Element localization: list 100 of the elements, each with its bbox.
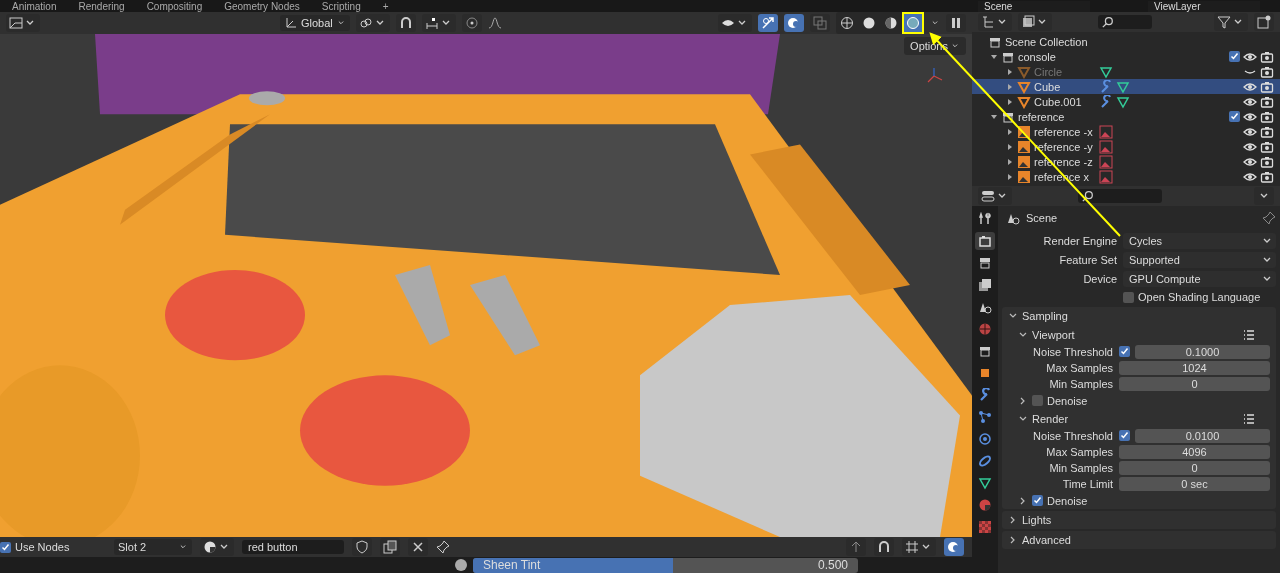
snap-toggle[interactable] xyxy=(874,538,894,556)
parent-button[interactable] xyxy=(846,538,866,556)
subpanel-title[interactable]: Viewport xyxy=(1032,328,1075,341)
camera-icon xyxy=(1260,154,1274,169)
pause-button[interactable] xyxy=(946,14,966,32)
editor-type-button[interactable] xyxy=(6,14,40,32)
overlapping-circles-icon xyxy=(947,540,961,554)
workspace-tab[interactable]: Animation xyxy=(12,0,57,12)
list-icon xyxy=(1242,327,1256,342)
panel-title[interactable]: Lights xyxy=(1022,514,1052,526)
editor-type-button[interactable] xyxy=(978,187,1012,205)
camera-icon xyxy=(1260,139,1274,154)
panel-title[interactable]: Advanced xyxy=(1022,534,1071,546)
outliner-item[interactable]: console xyxy=(1018,50,1056,63)
material-name-field[interactable]: red button xyxy=(242,540,344,554)
image-stack-icon xyxy=(1021,15,1035,29)
subpanel-title[interactable]: Denoise xyxy=(1047,394,1088,407)
socket-icon[interactable] xyxy=(455,559,467,571)
checkbox[interactable] xyxy=(1032,495,1043,506)
filter-dropdown[interactable] xyxy=(1214,13,1248,31)
triangle-vertices-icon xyxy=(1099,64,1113,79)
sphere-icon xyxy=(978,498,992,512)
xray-toggle[interactable] xyxy=(810,14,830,32)
visibility-dropdown[interactable] xyxy=(718,14,752,32)
new-collection-button[interactable] xyxy=(1254,13,1274,31)
view-layer-field[interactable]: ViewLayer xyxy=(1148,0,1260,12)
box-icon xyxy=(978,344,992,358)
axes-icon xyxy=(284,16,298,30)
checkbox[interactable] xyxy=(0,541,11,553)
close-button[interactable] xyxy=(408,538,428,556)
workspace-tab[interactable]: Rendering xyxy=(78,0,125,12)
number-field[interactable]: 0 xyxy=(1119,460,1270,475)
field-label: Device xyxy=(1082,272,1117,285)
outliner-item[interactable]: reference -x xyxy=(1034,125,1096,138)
falloff-curve-icon[interactable] xyxy=(487,16,502,30)
number-field[interactable]: 0 sec xyxy=(1119,476,1270,491)
overlays-toggle[interactable] xyxy=(784,14,804,32)
fake-user-button[interactable] xyxy=(352,538,372,556)
search-field[interactable] xyxy=(1098,15,1152,29)
checkbox[interactable] xyxy=(1229,51,1240,62)
chain-icon xyxy=(978,454,992,468)
triangle-down-icon[interactable] xyxy=(990,52,998,61)
number-field[interactable]: 0.0100 xyxy=(1135,428,1270,443)
triangle-down-icon[interactable] xyxy=(990,112,998,121)
proportional-edit-toggle[interactable] xyxy=(461,14,482,32)
number-field[interactable]: 4096 xyxy=(1119,444,1270,459)
pivot-dropdown[interactable] xyxy=(355,14,390,32)
overlays-toggle[interactable] xyxy=(944,538,964,556)
solid-sphere-icon xyxy=(862,16,876,30)
context-label: Scene xyxy=(1026,212,1058,224)
subpanel-title[interactable]: Denoise xyxy=(1047,494,1088,507)
checkbox[interactable] xyxy=(1119,346,1130,357)
display-mode-dropdown[interactable] xyxy=(978,13,1012,31)
select-dropdown[interactable]: GPU Compute xyxy=(1123,270,1276,287)
sheen-tint-slider[interactable]: Sheen Tint 0.500 xyxy=(473,557,858,573)
pause-icon xyxy=(949,16,963,30)
search-field[interactable] xyxy=(1078,189,1162,203)
field-label: Time Limit xyxy=(1061,477,1114,490)
workspace-tab[interactable]: Scripting xyxy=(321,0,361,12)
image-icon xyxy=(1099,139,1113,154)
grid-snap-dropdown[interactable] xyxy=(902,538,936,556)
checkbox[interactable] xyxy=(1119,430,1130,441)
select-dropdown[interactable]: Supported xyxy=(1123,251,1276,268)
checkbox[interactable] xyxy=(1229,111,1240,122)
filter-view-dropdown[interactable] xyxy=(1018,13,1052,31)
orientation-dropdown[interactable]: Global xyxy=(280,15,350,31)
duplicate-button[interactable] xyxy=(380,538,400,556)
checker-icon xyxy=(978,520,992,534)
outliner-item[interactable]: Scene Collection xyxy=(1005,35,1088,48)
properties-tab[interactable] xyxy=(975,232,995,250)
pin-icon[interactable] xyxy=(436,540,450,554)
slot-dropdown[interactable]: Slot 2 xyxy=(114,539,192,555)
scene-field[interactable]: Scene xyxy=(978,0,1090,12)
snap-toggle[interactable] xyxy=(395,14,416,32)
camera-icon xyxy=(1260,169,1274,184)
printer-icon xyxy=(978,256,992,270)
material-browse-button[interactable] xyxy=(200,538,234,556)
workspace-tab[interactable]: Compositing xyxy=(146,0,203,12)
add-tab-button[interactable]: + xyxy=(382,0,389,12)
panel-title[interactable]: Sampling xyxy=(1022,310,1068,322)
outliner-item[interactable]: Cube.001 xyxy=(1034,95,1096,108)
snap-target-dropdown[interactable] xyxy=(421,14,456,32)
options-dropdown[interactable] xyxy=(1254,187,1274,205)
field-label: Max Samples xyxy=(1045,445,1114,458)
number-field[interactable]: 0.1000 xyxy=(1135,344,1270,359)
workspace-tab[interactable]: Geometry Nodes xyxy=(224,0,300,12)
gizmo-toggle[interactable] xyxy=(758,14,778,32)
outliner-item[interactable]: reference xyxy=(1018,110,1065,123)
select-dropdown[interactable]: Cycles xyxy=(1123,232,1276,249)
subpanel-title[interactable]: Render xyxy=(1032,412,1069,425)
checkbox[interactable] xyxy=(1123,291,1134,303)
wireframe-sphere-icon xyxy=(840,16,854,30)
increment-icon xyxy=(424,16,439,30)
number-field[interactable]: 0 xyxy=(1119,376,1270,391)
list-icon xyxy=(1242,411,1256,426)
checkbox[interactable] xyxy=(1032,395,1043,406)
outliner-item[interactable]: Cube xyxy=(1034,80,1096,93)
number-field[interactable]: 1024 xyxy=(1119,360,1270,375)
triangle-icon xyxy=(1017,64,1031,79)
field-label: Noise Threshold xyxy=(1032,345,1114,358)
